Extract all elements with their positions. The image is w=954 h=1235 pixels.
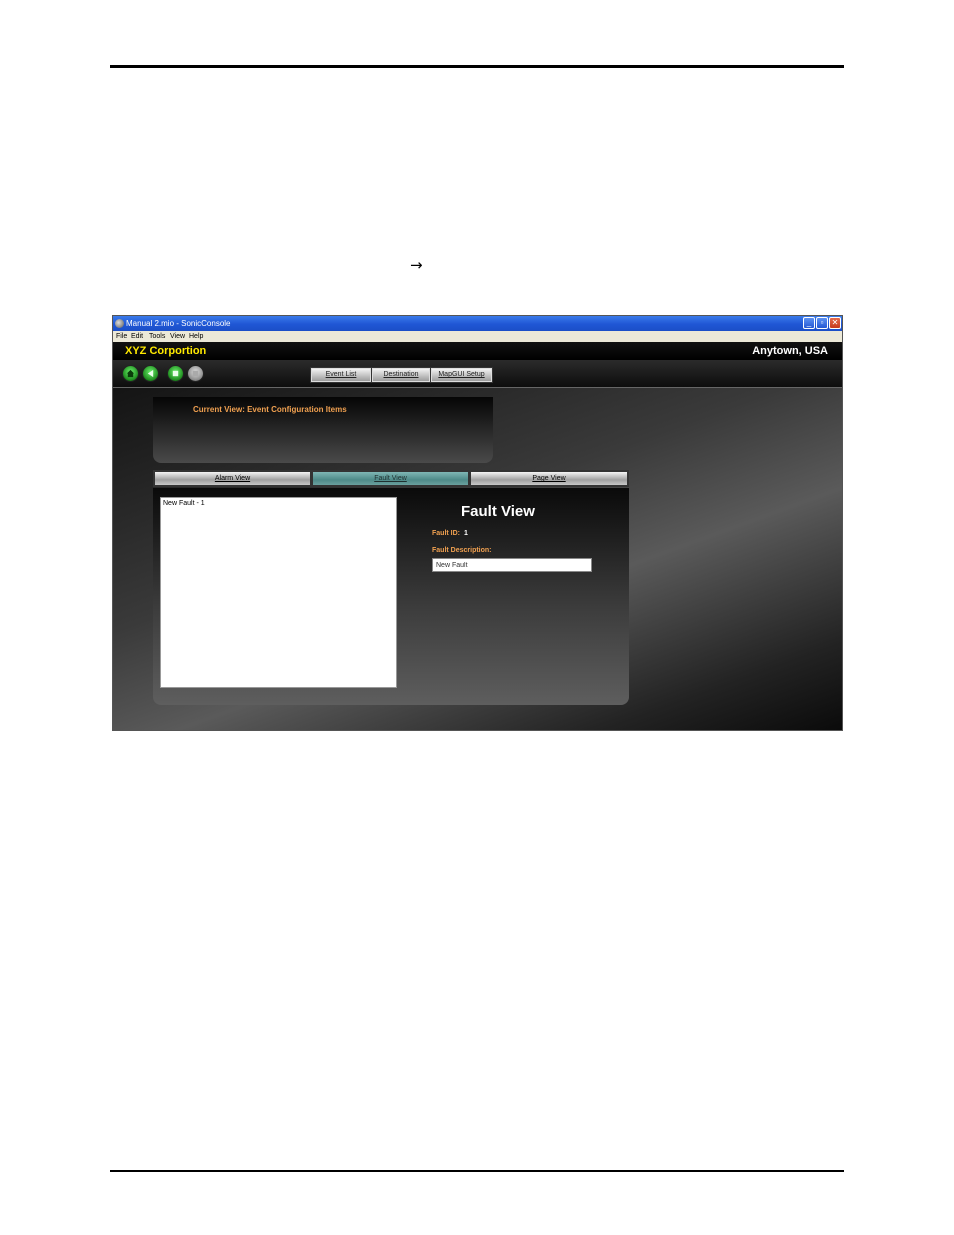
close-button[interactable]: ✕ bbox=[829, 317, 841, 329]
restore-button[interactable]: ▫ bbox=[816, 317, 828, 329]
tab-alarm-view[interactable]: Alarm View bbox=[153, 470, 312, 487]
list-item[interactable]: New Fault - 1 bbox=[163, 500, 205, 507]
location-label: Anytown, USA bbox=[752, 345, 828, 357]
event-list-button[interactable]: Event List bbox=[310, 367, 372, 383]
right-arrow-icon: → bbox=[410, 256, 423, 274]
back-icon bbox=[147, 369, 154, 378]
menu-bar: File Edit Tools View Help bbox=[113, 331, 842, 342]
current-view-label: Current View: Event Configuration Items bbox=[193, 405, 347, 414]
page-bottom-rule bbox=[110, 1170, 844, 1172]
fault-view-title: Fault View bbox=[461, 503, 535, 520]
app-header: XYZ Corportion Anytown, USA bbox=[113, 342, 842, 360]
tab-fault-view[interactable]: Fault View bbox=[311, 470, 470, 487]
app-window: Manual 2.mio - SonicConsole _ ▫ ✕ File E… bbox=[112, 315, 843, 731]
home-button[interactable] bbox=[122, 365, 139, 382]
current-view-panel: Current View: Event Configuration Items bbox=[153, 397, 493, 463]
destination-button[interactable]: Destination bbox=[371, 367, 431, 383]
back-button[interactable] bbox=[142, 365, 159, 382]
fault-description-label: Fault Description: bbox=[432, 547, 492, 554]
minimize-button[interactable]: _ bbox=[803, 317, 815, 329]
menu-tools[interactable]: Tools bbox=[149, 331, 165, 342]
mapgui-setup-button[interactable]: MapGUI Setup bbox=[430, 367, 493, 383]
app-icon bbox=[115, 319, 124, 328]
fault-description-field[interactable] bbox=[432, 558, 592, 572]
menu-file[interactable]: File bbox=[116, 331, 127, 342]
menu-help[interactable]: Help bbox=[189, 331, 203, 342]
main-area: Current View: Event Configuration Items … bbox=[113, 388, 842, 730]
window-title: Manual 2.mio - SonicConsole bbox=[126, 319, 231, 328]
stop-icon bbox=[172, 370, 179, 377]
page-top-rule bbox=[110, 65, 844, 68]
window-titlebar[interactable]: Manual 2.mio - SonicConsole _ ▫ ✕ bbox=[113, 316, 842, 331]
tab-page-view[interactable]: Page View bbox=[469, 470, 629, 487]
fault-view-panel: New Fault - 1 Fault View Fault ID: 1 Fau… bbox=[153, 488, 629, 705]
disabled-icon bbox=[192, 370, 199, 377]
fault-id-value: 1 bbox=[464, 530, 468, 537]
toolbar: Event List Destination MapGUI Setup bbox=[113, 360, 842, 388]
disabled-button[interactable] bbox=[187, 365, 204, 382]
stop-button[interactable] bbox=[167, 365, 184, 382]
home-icon bbox=[126, 369, 135, 378]
fault-list[interactable]: New Fault - 1 bbox=[160, 497, 397, 688]
fault-id-label: Fault ID: bbox=[432, 530, 460, 537]
company-name: XYZ Corportion bbox=[125, 345, 207, 357]
menu-edit[interactable]: Edit bbox=[131, 331, 143, 342]
menu-view[interactable]: View bbox=[170, 331, 185, 342]
